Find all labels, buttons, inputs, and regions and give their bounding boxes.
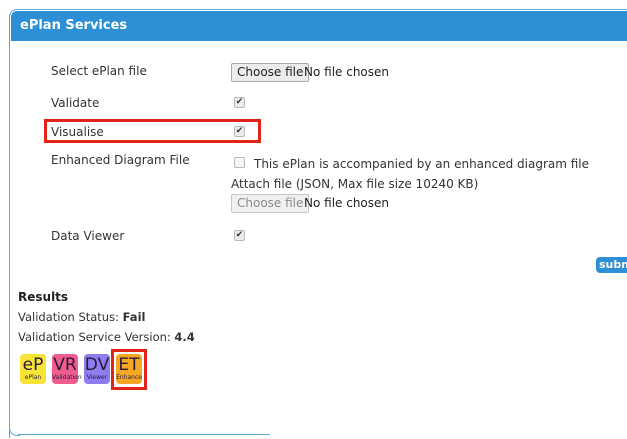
panel-bottom-corner [9, 402, 20, 436]
data-viewer-app-icon[interactable]: DV Viewer [84, 354, 110, 384]
enhance-app-name: Enhance [116, 374, 142, 381]
choose-file-button[interactable]: Choose file [231, 63, 310, 82]
submit-button[interactable]: submit [596, 257, 627, 273]
attach-file-text: Attach file (JSON, Max file size 10240 K… [231, 177, 479, 191]
select-file-label: Select ePlan file [51, 64, 147, 78]
validation-status-label: Validation Status: [18, 310, 119, 324]
visualise-checkbox[interactable]: ✔ [234, 126, 245, 137]
panel-bottom-border [18, 434, 270, 435]
choose-enhanced-file-button[interactable]: Choose file [231, 194, 310, 213]
enhance-tool-app-icon[interactable]: ET Enhance [116, 354, 142, 384]
validate-checkbox[interactable]: ✔ [234, 97, 245, 108]
validation-version-value: 4.4 [174, 330, 195, 344]
enhanced-diagram-label: Enhanced Diagram File [51, 153, 190, 167]
file-status-text: No file chosen [304, 65, 390, 79]
validation-status-line: Validation Status: Fail [18, 310, 145, 324]
data-viewer-checkbox[interactable]: ✔ [234, 230, 245, 241]
eplan-app-name: ePlan [24, 374, 42, 381]
validation-app-abbr: VR [53, 355, 77, 375]
visualise-label: Visualise [51, 125, 104, 139]
enhanced-diagram-checkbox-label: This ePlan is accompanied by an enhanced… [254, 157, 590, 171]
eplan-app-abbr: eP [22, 355, 44, 375]
validation-version-line: Validation Service Version: 4.4 [18, 330, 195, 344]
enhanced-file-status-text: No file chosen [304, 196, 390, 210]
viewer-app-abbr: DV [84, 355, 110, 375]
validation-version-label: Validation Service Version: [18, 330, 171, 344]
eplan-app-icon[interactable]: eP ePlan [20, 354, 46, 384]
validation-status-value: Fail [122, 310, 146, 324]
results-heading: Results [18, 290, 69, 304]
panel-header: ePlan Services [11, 11, 627, 41]
enhance-app-abbr: ET [118, 355, 140, 375]
validation-app-name: Validation [52, 374, 82, 381]
viewer-app-name: Viewer [86, 374, 108, 381]
validation-report-app-icon[interactable]: VR Validation [52, 354, 82, 384]
data-viewer-label: Data Viewer [51, 229, 125, 243]
validate-label: Validate [51, 96, 100, 110]
enhanced-diagram-checkbox[interactable] [234, 157, 245, 168]
